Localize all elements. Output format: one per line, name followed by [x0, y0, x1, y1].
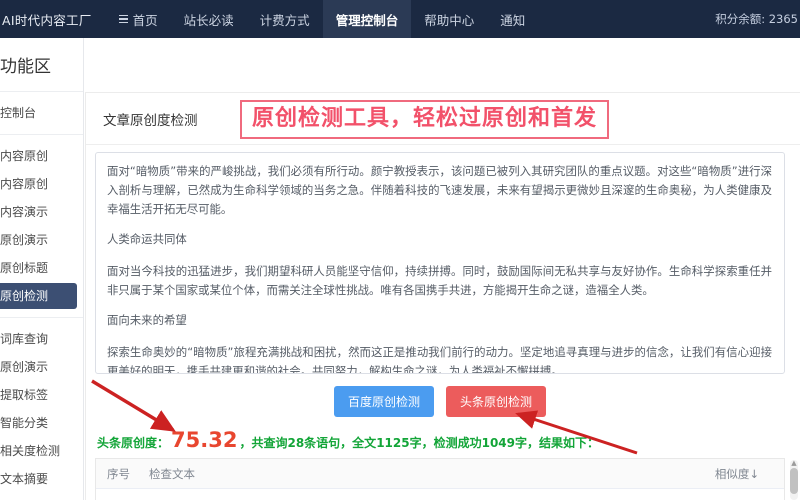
nav-item-home-label: 首页	[132, 12, 158, 28]
brand-logo[interactable]: AI时代内容工厂	[0, 0, 106, 38]
table-header-row: 序号 检查文本 相似度↓	[96, 459, 784, 489]
sidebar-group-tools: 词库查询 原创演示 提取标签 智能分类 相关度检测 文本摘要	[0, 317, 83, 500]
nav-item-help-center-label: 帮助中心	[424, 12, 475, 28]
result-seg-a: ，共查询	[239, 436, 288, 450]
scrollbar-thumb[interactable]	[790, 468, 798, 494]
result-prefix: 头条原创度：	[97, 436, 170, 450]
scroll-up-arrow-icon[interactable]: ▲	[790, 460, 798, 467]
vertical-scrollbar[interactable]: ▲	[790, 460, 798, 500]
originality-score: 75.32	[171, 428, 238, 452]
action-button-row: 百度原创检测 头条原创检测	[95, 386, 785, 417]
credit-balance: 积分余额: 2365	[715, 12, 798, 26]
editor-subheading-2: 面向未来的希望	[107, 313, 187, 327]
editor-subheading-1: 人类命运共同体	[107, 232, 187, 246]
nav-item-webmaster-guide-label: 站长必读	[183, 12, 234, 28]
sidebar-item-lexicon-query[interactable]: 词库查询	[0, 326, 77, 352]
nav-item-admin-console[interactable]: 管理控制台	[322, 0, 412, 38]
page-title: 文章原创度检测	[103, 112, 198, 129]
nav-item-help-center[interactable]: 帮助中心	[411, 0, 487, 38]
sidebar-group-origination: 内容原创 内容原创 内容演示 原创演示 原创标题 原创检测	[0, 134, 83, 317]
nav-item-notifications-label: 通知	[500, 12, 526, 28]
sidebar-item-originality-check[interactable]: 原创检测	[0, 283, 77, 309]
result-ok-chars: 1049	[481, 436, 516, 450]
sidebar-item-content-original-1[interactable]: 内容原创	[0, 143, 77, 169]
baidu-originality-check-button[interactable]: 百度原创检测	[333, 386, 434, 417]
result-seg-c: 字，检测成功	[409, 436, 482, 450]
sidebar-item-text-summary[interactable]: 文本摘要	[0, 466, 77, 492]
table-row	[96, 489, 784, 500]
nav-item-webmaster-guide[interactable]: 站长必读	[171, 0, 247, 38]
annotation-callout: 原创检测工具，轻松过原创和首发	[240, 100, 610, 140]
results-table: 序号 检查文本 相似度↓	[95, 458, 785, 500]
app-root: AI时代内容工厂 首页 站长必读 计费方式 管理控制台 帮助中心 通知 积分余额…	[0, 0, 800, 500]
sidebar-group-console: 控制台	[0, 92, 83, 134]
nav-item-pricing[interactable]: 计费方式	[247, 0, 323, 38]
sidebar-item-content-demo[interactable]: 内容演示	[0, 199, 77, 225]
result-sentence-count: 28	[287, 436, 305, 450]
sidebar: 功能区 控制台 内容原创 内容原创 内容演示 原创演示 原创标题 原创检测 词库…	[0, 38, 84, 500]
result-summary: 头条原创度： 75.32 ，共查询 28 条语句，全文 1125 字，检测成功 …	[97, 430, 599, 451]
toutiao-originality-check-button[interactable]: 头条原创检测	[446, 386, 547, 417]
sidebar-item-original-demo[interactable]: 原创演示	[0, 227, 77, 253]
table-header-similarity[interactable]: 相似度↓	[711, 466, 773, 482]
sidebar-item-extract-tags[interactable]: 提取标签	[0, 382, 77, 408]
nav-item-admin-console-label: 管理控制台	[335, 12, 399, 28]
result-total-chars: 1125	[376, 436, 410, 450]
editor-paragraph-3: 探索生命奥妙的“暗物质”旅程充满挑战和困扰，然而这正是推动我们前行的动力。坚定地…	[107, 345, 772, 374]
sidebar-item-relevance-check[interactable]: 相关度检测	[0, 438, 77, 464]
article-text-input[interactable]: 面对“暗物质”带来的严峻挑战，我们必须有所行动。颜宁教授表示，该问题已被列入其研…	[95, 152, 785, 374]
result-seg-d: 字，结果如下：	[515, 436, 600, 450]
editor-paragraph-1: 面对“暗物质”带来的严峻挑战，我们必须有所行动。颜宁教授表示，该问题已被列入其研…	[107, 164, 772, 216]
nav-item-notifications[interactable]: 通知	[487, 0, 538, 38]
table-header-no: 序号	[107, 466, 130, 481]
hamburger-icon	[118, 14, 128, 24]
sidebar-item-console[interactable]: 控制台	[0, 100, 77, 126]
editor-paragraph-2: 面对当今科技的迅猛进步，我们期望科研人员能坚守信仰，持续拼搏。同时，鼓励国际间无…	[107, 264, 772, 297]
sidebar-item-original-demo-2[interactable]: 原创演示	[0, 354, 77, 380]
top-navigation-bar: AI时代内容工厂 首页 站长必读 计费方式 管理控制台 帮助中心 通知 积分余额…	[0, 0, 800, 38]
sidebar-item-content-original-2[interactable]: 内容原创	[0, 171, 77, 197]
result-seg-b: 条语句，全文	[304, 436, 377, 450]
table-header-text: 检查文本	[149, 466, 195, 481]
nav-item-home[interactable]: 首页	[106, 0, 171, 38]
sidebar-title: 功能区	[0, 38, 83, 92]
sidebar-item-original-title[interactable]: 原创标题	[0, 255, 77, 281]
nav-item-pricing-label: 计费方式	[259, 12, 310, 28]
sidebar-item-smart-classify[interactable]: 智能分类	[0, 410, 77, 436]
